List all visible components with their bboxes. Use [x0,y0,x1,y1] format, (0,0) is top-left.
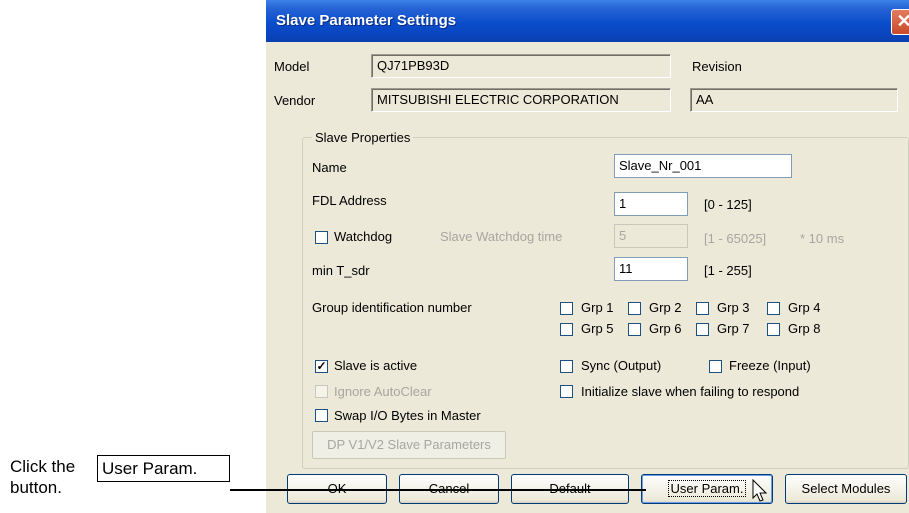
select-modules-button[interactable]: Select Modules [785,474,907,504]
watchdog-unit: * 10 ms [800,231,845,246]
watchdog-time-input: 5 [614,224,688,248]
fdl-address-range: [0 - 125] [704,197,752,212]
ignore-autoclear-label: Ignore AutoClear [334,384,432,399]
model-field: QJ71PB93D [371,54,671,78]
name-input[interactable]: Slave_Nr_001 [614,154,792,178]
grp2-label: Grp 2 [649,300,682,315]
fdl-address-label: FDL Address [312,193,387,208]
leader-line [230,489,646,491]
grp8-label: Grp 8 [788,321,821,336]
mouse-cursor-icon [752,479,768,502]
grp2-checkbox[interactable] [628,302,641,315]
annotation-prefix: Click the [10,457,76,476]
sync-output-checkbox[interactable] [560,360,573,373]
watchdog-time-label: Slave Watchdog time [440,229,563,244]
initialize-slave-label: Initialize slave when failing to respond [581,384,800,399]
dp-v1v2-slave-parameters-button: DP V1/V2 Slave Parameters [312,431,506,459]
grp3-checkbox[interactable] [696,302,709,315]
close-icon: ✕ [896,11,909,31]
grp1-label: Grp 1 [581,300,614,315]
annotation-button-label: User Param. [97,455,230,482]
revision-label: Revision [692,59,742,74]
grp6-label: Grp 6 [649,321,682,336]
freeze-input-label: Freeze (Input) [729,358,811,373]
grp1-checkbox[interactable] [560,302,573,315]
fdl-address-input[interactable]: 1 [614,192,688,216]
grp8-checkbox[interactable] [767,323,780,336]
name-label: Name [312,160,347,175]
min-tsdr-range: [1 - 255] [704,263,752,278]
annotation-suffix: button. [10,478,62,497]
grp3-label: Grp 3 [717,300,750,315]
group-id-label: Group identification number [312,300,472,315]
freeze-input-checkbox[interactable] [709,360,722,373]
grp5-label: Grp 5 [581,321,614,336]
user-param-label: User Param. [667,480,747,497]
watchdog-checkbox[interactable] [315,231,328,244]
grp7-checkbox[interactable] [696,323,709,336]
title-bar[interactable]: Slave Parameter Settings ✕ [266,0,909,42]
vendor-field: MITSUBISHI ELECTRIC CORPORATION [371,88,671,112]
slave-active-checkbox[interactable]: ✓ [315,360,328,373]
slave-properties-title: Slave Properties [312,130,414,145]
revision-field: AA [690,88,898,112]
grp4-label: Grp 4 [788,300,821,315]
initialize-slave-checkbox[interactable] [560,385,573,398]
grp7-label: Grp 7 [717,321,750,336]
window-title: Slave Parameter Settings [276,12,457,29]
swap-io-checkbox[interactable] [315,409,328,422]
grp4-checkbox[interactable] [767,302,780,315]
watchdog-range: [1 - 65025] [704,231,767,246]
check-mark-icon: ✓ [316,359,327,373]
model-label: Model [274,59,310,74]
grp6-checkbox[interactable] [628,323,641,336]
sync-output-label: Sync (Output) [581,358,662,373]
grp5-checkbox[interactable] [560,323,573,336]
slave-parameter-settings-dialog: Slave Parameter Settings ✕ Model QJ71PB9… [266,0,909,513]
swap-io-label: Swap I/O Bytes in Master [334,408,481,423]
slave-active-label: Slave is active [334,358,418,373]
watchdog-label: Watchdog [334,229,393,244]
ignore-autoclear-checkbox [315,385,328,398]
min-tsdr-input[interactable]: 11 [614,257,688,281]
vendor-label: Vendor [274,93,316,108]
close-button[interactable]: ✕ [891,9,909,35]
min-tsdr-label: min T_sdr [312,263,370,278]
